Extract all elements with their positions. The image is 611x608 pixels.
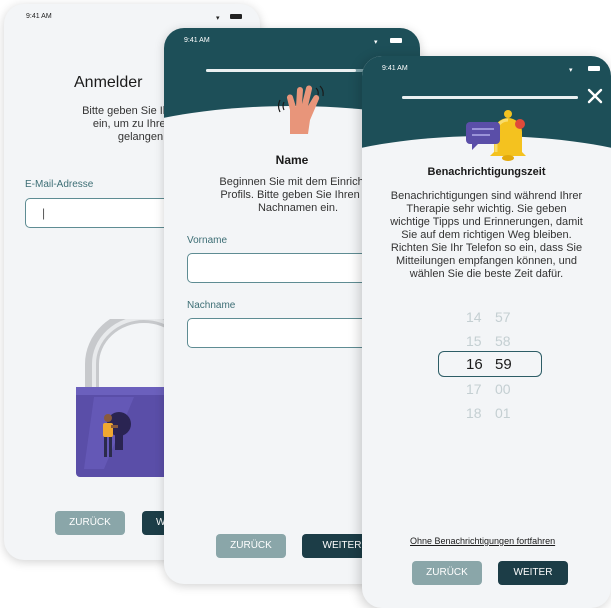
picker-minute-selected[interactable]: 59	[495, 356, 512, 373]
battery-icon	[588, 66, 600, 71]
waving-hand-icon	[276, 80, 326, 136]
time-picker[interactable]: 14 15 16 17 18 57 58 59 00 01	[362, 304, 611, 429]
close-icon[interactable]	[586, 87, 604, 105]
bell-with-message-icon	[466, 108, 532, 162]
status-time: 9:41 AM	[184, 37, 210, 44]
picker-minute[interactable]: 58	[495, 333, 511, 349]
status-time: 9:41 AM	[26, 13, 52, 20]
status-time: 9:41 AM	[382, 65, 408, 72]
email-label: E-Mail-Adresse	[25, 179, 94, 190]
notification-time-screen: 9:41 AM ▾ Benachrichtigungszeit Benachri…	[362, 56, 611, 608]
back-button[interactable]: ZURÜCK	[412, 561, 482, 585]
battery-icon	[230, 14, 242, 19]
text-cursor: |	[42, 206, 46, 220]
picker-hour[interactable]: 18	[466, 405, 482, 421]
back-button[interactable]: ZURÜCK	[55, 511, 125, 535]
picker-selection-box	[438, 351, 542, 377]
back-button[interactable]: ZURÜCK	[216, 534, 286, 558]
picker-hour-selected[interactable]: 16	[466, 356, 483, 373]
progress-bar	[402, 96, 578, 99]
wifi-icon: ▾	[569, 67, 573, 74]
wifi-icon: ▾	[216, 15, 220, 22]
next-button[interactable]: WEITER	[498, 561, 568, 585]
picker-hour[interactable]: 14	[466, 309, 482, 325]
first-name-label: Vorname	[187, 235, 228, 246]
last-name-label: Nachname	[187, 300, 236, 311]
progress-fill	[402, 96, 578, 99]
picker-minute[interactable]: 57	[495, 309, 511, 325]
picker-hour[interactable]: 15	[466, 333, 482, 349]
page-description: Benachrichtigungen sind während Ihrer Th…	[390, 190, 583, 280]
skip-notifications-link[interactable]: Ohne Benachrichtigungen fortfahren	[410, 536, 555, 546]
picker-minute[interactable]: 00	[495, 381, 511, 397]
wifi-icon: ▾	[374, 39, 378, 46]
page-title: Benachrichtigungszeit	[427, 166, 546, 178]
progress-fill	[206, 69, 356, 72]
battery-icon	[390, 38, 402, 43]
picker-hour[interactable]: 17	[466, 381, 482, 397]
picker-minute[interactable]: 01	[495, 405, 511, 421]
